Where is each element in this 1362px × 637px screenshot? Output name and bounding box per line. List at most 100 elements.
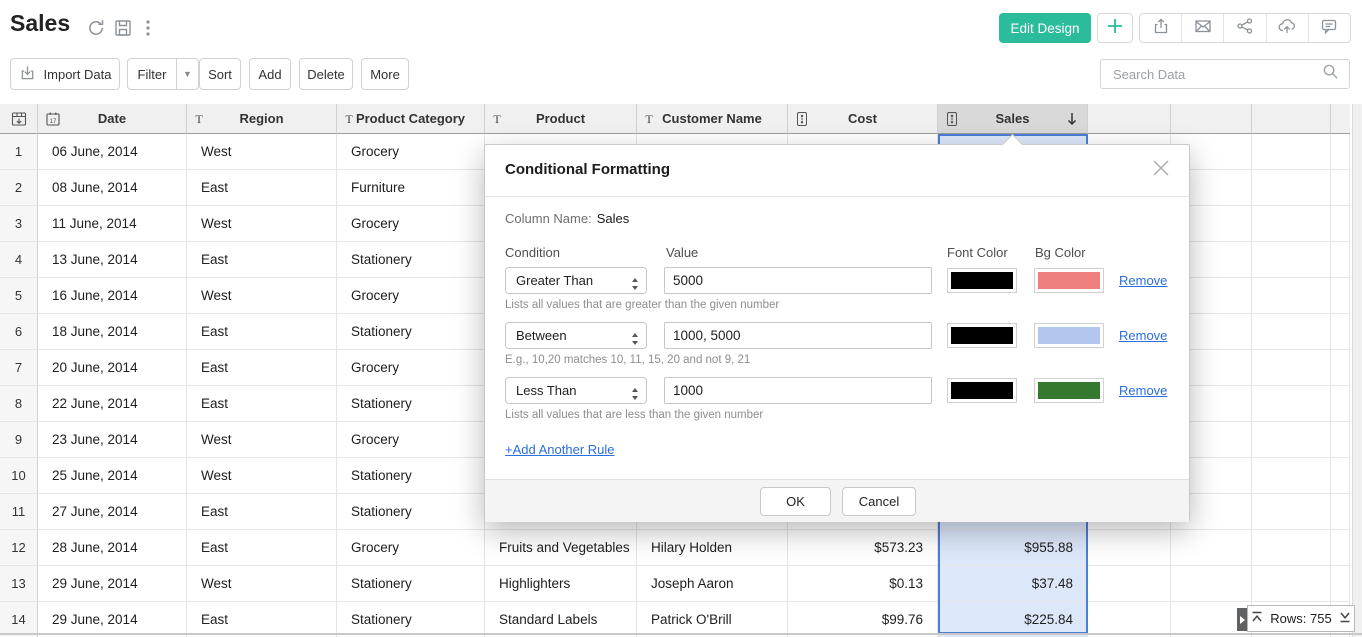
date-cell[interactable]: 13 June, 2014 bbox=[38, 242, 187, 278]
empty-cell[interactable] bbox=[1252, 134, 1331, 170]
empty-cell[interactable] bbox=[1252, 458, 1331, 494]
region-cell[interactable]: West bbox=[187, 134, 337, 170]
empty-cell[interactable] bbox=[1331, 494, 1350, 530]
empty-column-header[interactable] bbox=[1088, 104, 1171, 134]
row-number-cell[interactable]: 4 bbox=[0, 242, 38, 278]
empty-cell[interactable] bbox=[1331, 278, 1350, 314]
delete-button[interactable]: Delete bbox=[299, 58, 353, 90]
cost-cell[interactable]: $573.23 bbox=[788, 530, 938, 566]
save-icon[interactable] bbox=[113, 18, 133, 38]
empty-cell[interactable] bbox=[1331, 314, 1350, 350]
empty-cell[interactable] bbox=[1252, 314, 1331, 350]
category-cell[interactable]: Grocery bbox=[337, 350, 485, 386]
empty-cell[interactable] bbox=[1252, 278, 1331, 314]
row-number-cell[interactable]: 5 bbox=[0, 278, 38, 314]
export-button[interactable] bbox=[1140, 14, 1181, 42]
ok-button[interactable]: OK bbox=[760, 487, 831, 516]
bg-color-swatch[interactable] bbox=[1034, 323, 1104, 348]
category-cell[interactable]: Grocery bbox=[337, 206, 485, 242]
empty-column-header[interactable] bbox=[1171, 104, 1252, 134]
empty-cell[interactable] bbox=[1088, 566, 1171, 602]
comments-button[interactable] bbox=[1308, 14, 1350, 42]
value-input[interactable] bbox=[664, 377, 932, 404]
rows-panel-toggle[interactable] bbox=[1237, 608, 1247, 631]
row-number-cell[interactable]: 10 bbox=[0, 458, 38, 494]
empty-cell[interactable] bbox=[1331, 566, 1350, 602]
empty-cell[interactable] bbox=[1171, 530, 1252, 566]
row-number-cell[interactable]: 7 bbox=[0, 350, 38, 386]
font-color-swatch[interactable] bbox=[947, 268, 1017, 293]
column-header-product[interactable]: T Product bbox=[485, 104, 637, 134]
region-cell[interactable]: West bbox=[187, 566, 337, 602]
empty-cell[interactable] bbox=[1331, 458, 1350, 494]
remove-rule-link[interactable]: Remove bbox=[1119, 377, 1167, 404]
column-header-date[interactable]: 17 Date bbox=[38, 104, 187, 134]
condition-select[interactable]: Between bbox=[505, 322, 647, 349]
empty-cell[interactable] bbox=[1252, 206, 1331, 242]
scroll-to-top-icon[interactable] bbox=[1251, 611, 1263, 626]
region-cell[interactable]: West bbox=[187, 206, 337, 242]
empty-column-header[interactable] bbox=[1252, 104, 1331, 134]
empty-cell[interactable] bbox=[1331, 350, 1350, 386]
bg-color-swatch[interactable] bbox=[1034, 378, 1104, 403]
empty-cell[interactable] bbox=[1252, 422, 1331, 458]
empty-cell[interactable] bbox=[1252, 530, 1331, 566]
region-cell[interactable]: East bbox=[187, 602, 337, 637]
product-cell[interactable]: Fruits and Vegetables bbox=[485, 530, 637, 566]
more-button[interactable]: More bbox=[361, 58, 409, 90]
region-cell[interactable]: East bbox=[187, 530, 337, 566]
condition-select[interactable]: Greater Than bbox=[505, 267, 647, 294]
vertical-scrollbar[interactable] bbox=[1352, 104, 1362, 637]
add-button[interactable]: Add bbox=[249, 58, 291, 90]
category-cell[interactable]: Grocery bbox=[337, 530, 485, 566]
empty-cell[interactable] bbox=[1088, 530, 1171, 566]
empty-cell[interactable] bbox=[1252, 242, 1331, 278]
date-cell[interactable]: 25 June, 2014 bbox=[38, 458, 187, 494]
empty-cell[interactable] bbox=[1088, 602, 1171, 637]
category-cell[interactable]: Stationery bbox=[337, 458, 485, 494]
category-cell[interactable]: Stationery bbox=[337, 566, 485, 602]
category-cell[interactable]: Grocery bbox=[337, 422, 485, 458]
date-cell[interactable]: 28 June, 2014 bbox=[38, 530, 187, 566]
category-cell[interactable]: Stationery bbox=[337, 494, 485, 530]
category-cell[interactable]: Grocery bbox=[337, 134, 485, 170]
empty-cell[interactable] bbox=[1252, 494, 1331, 530]
date-cell[interactable]: 27 June, 2014 bbox=[38, 494, 187, 530]
row-number-cell[interactable]: 14 bbox=[0, 602, 38, 637]
empty-cell[interactable] bbox=[1252, 350, 1331, 386]
product-cell[interactable]: Standard Labels bbox=[485, 602, 637, 637]
category-cell[interactable]: Stationery bbox=[337, 602, 485, 637]
category-cell[interactable]: Stationery bbox=[337, 314, 485, 350]
date-cell[interactable]: 23 June, 2014 bbox=[38, 422, 187, 458]
bg-color-swatch[interactable] bbox=[1034, 268, 1104, 293]
empty-cell[interactable] bbox=[1331, 242, 1350, 278]
date-cell[interactable]: 29 June, 2014 bbox=[38, 602, 187, 637]
empty-cell[interactable] bbox=[1252, 386, 1331, 422]
import-data-button[interactable]: Import Data bbox=[10, 58, 120, 90]
category-cell[interactable]: Stationery bbox=[337, 386, 485, 422]
email-button[interactable] bbox=[1181, 14, 1223, 42]
sort-button[interactable]: Sort bbox=[199, 58, 241, 90]
date-cell[interactable]: 20 June, 2014 bbox=[38, 350, 187, 386]
publish-button[interactable] bbox=[1266, 14, 1308, 42]
region-cell[interactable]: West bbox=[187, 422, 337, 458]
condition-select[interactable]: Less Than bbox=[505, 377, 647, 404]
filter-button[interactable]: Filter bbox=[128, 59, 176, 89]
empty-cell[interactable] bbox=[1331, 422, 1350, 458]
region-cell[interactable]: West bbox=[187, 458, 337, 494]
region-cell[interactable]: East bbox=[187, 314, 337, 350]
row-number-cell[interactable]: 1 bbox=[0, 134, 38, 170]
customer-cell[interactable]: Patrick O'Brill bbox=[637, 602, 788, 637]
customer-cell[interactable]: Hilary Holden bbox=[637, 530, 788, 566]
date-cell[interactable]: 16 June, 2014 bbox=[38, 278, 187, 314]
empty-cell[interactable] bbox=[1331, 206, 1350, 242]
row-number-cell[interactable]: 9 bbox=[0, 422, 38, 458]
sales-cell[interactable]: $955.88 bbox=[938, 530, 1088, 566]
row-number-cell[interactable]: 8 bbox=[0, 386, 38, 422]
cost-cell[interactable]: $0.13 bbox=[788, 566, 938, 602]
font-color-swatch[interactable] bbox=[947, 378, 1017, 403]
row-number-cell[interactable]: 12 bbox=[0, 530, 38, 566]
remove-rule-link[interactable]: Remove bbox=[1119, 322, 1167, 349]
empty-cell[interactable] bbox=[1331, 530, 1350, 566]
empty-cell[interactable] bbox=[1171, 566, 1252, 602]
